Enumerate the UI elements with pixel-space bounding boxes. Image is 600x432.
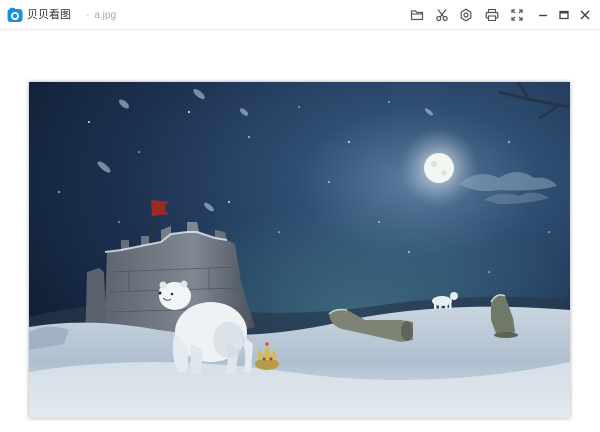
close-button[interactable] <box>577 7 593 23</box>
maximize-icon <box>559 10 569 20</box>
cut-button[interactable] <box>434 7 450 23</box>
print-button[interactable] <box>484 7 500 23</box>
minimize-button[interactable] <box>535 7 551 23</box>
file-name-label: - a.jpg <box>86 9 116 23</box>
camera-icon <box>7 7 23 22</box>
file-name: a.jpg <box>94 10 117 21</box>
image-canvas[interactable] <box>0 31 600 432</box>
close-icon <box>580 10 590 20</box>
gear-icon <box>460 8 472 22</box>
folder-icon <box>410 10 424 21</box>
settings-button[interactable] <box>458 7 474 23</box>
app-title: 贝贝看图 <box>27 9 71 21</box>
minimize-icon <box>539 14 547 17</box>
title-bar: 贝贝看图 - a.jpg <box>0 0 600 30</box>
winter-scene-image <box>29 82 570 418</box>
open-folder-button[interactable] <box>409 7 425 23</box>
maximize-button[interactable] <box>556 7 572 23</box>
scissors-icon <box>436 9 448 22</box>
displayed-image[interactable] <box>29 82 570 418</box>
printer-icon <box>485 8 499 22</box>
fullscreen-button[interactable] <box>509 7 525 23</box>
fullscreen-icon <box>511 9 523 21</box>
file-separator: - <box>86 10 90 21</box>
